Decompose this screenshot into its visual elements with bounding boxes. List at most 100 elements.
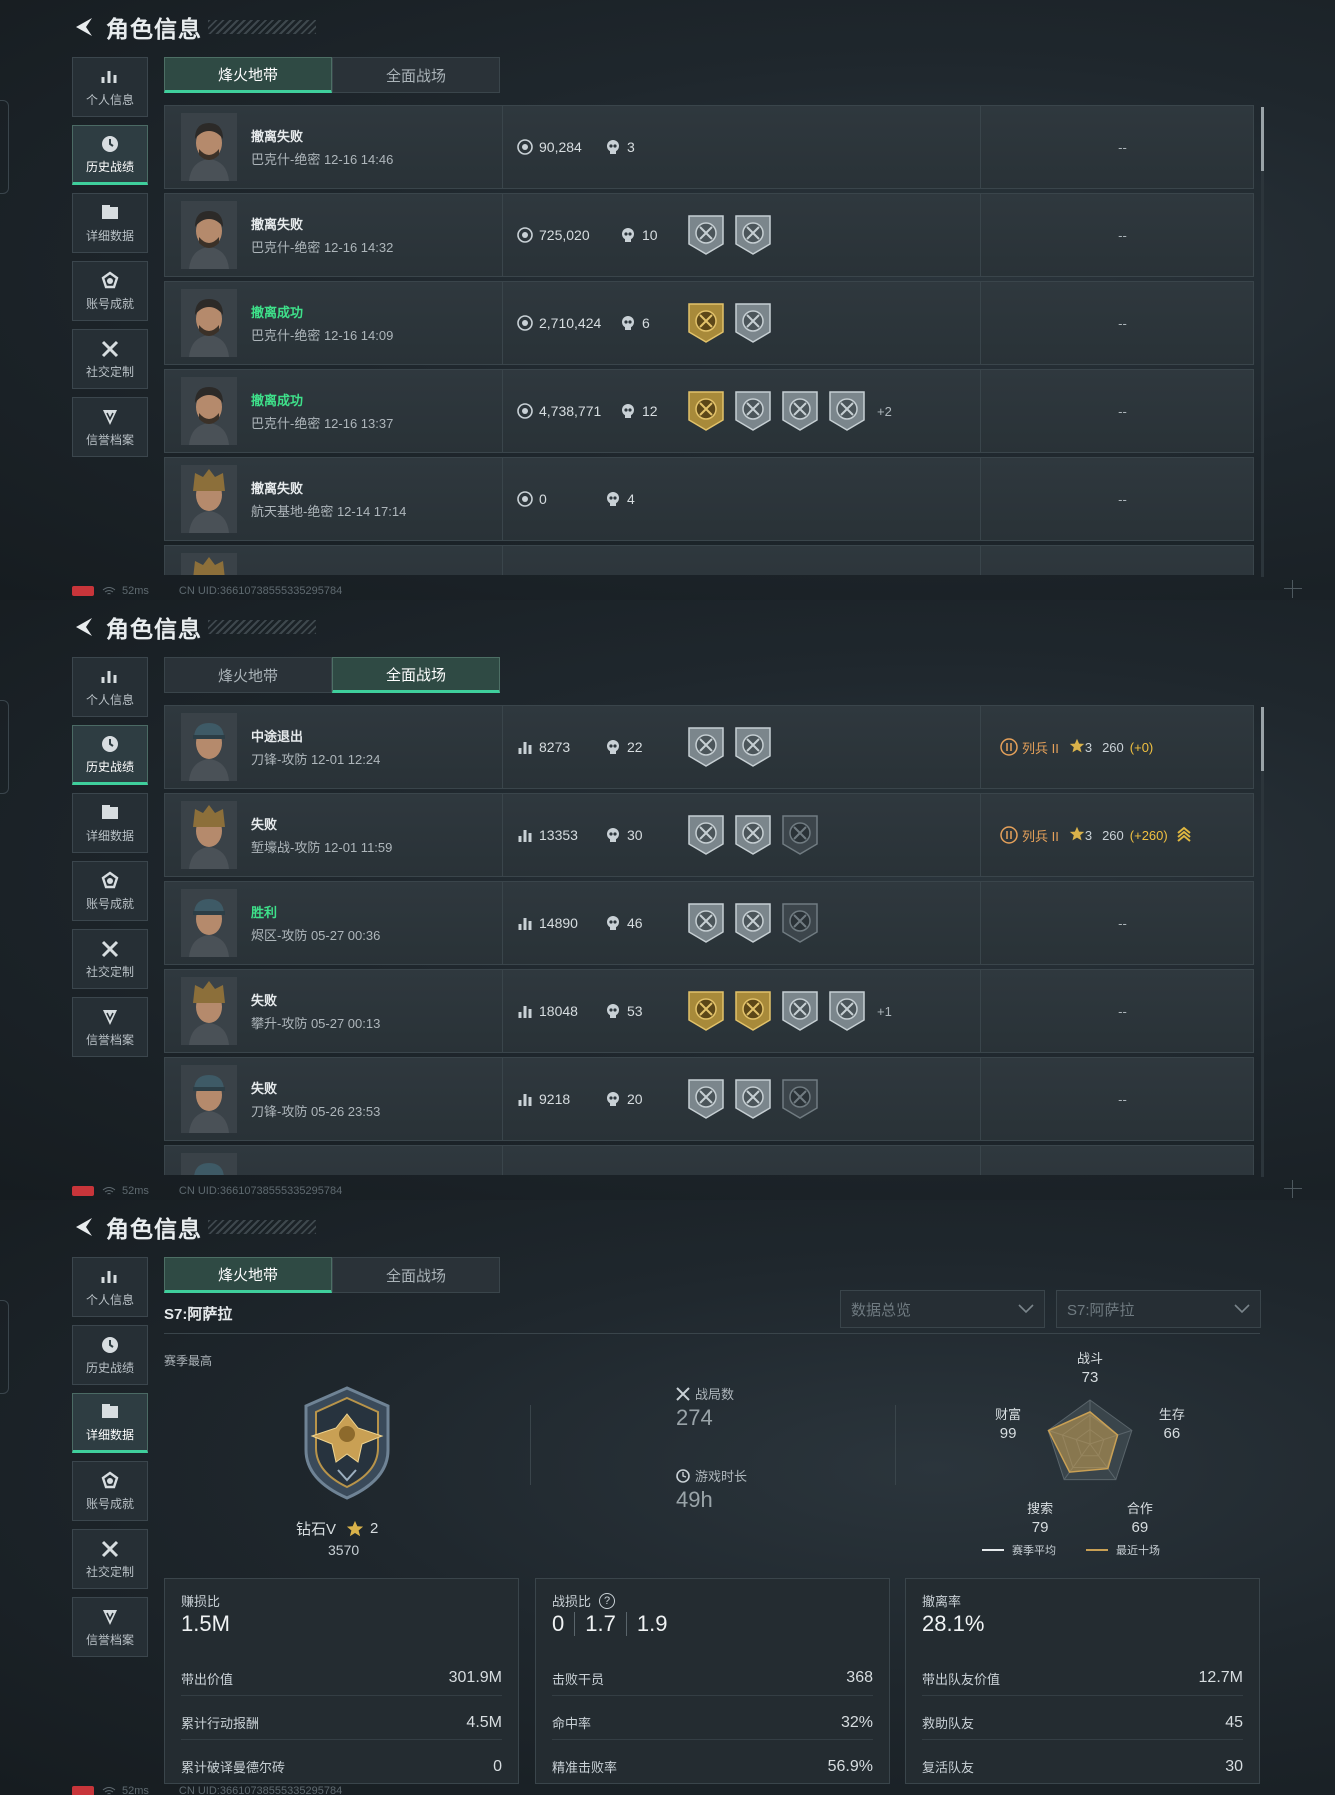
sidebar-item-social[interactable]: 社交定制	[72, 929, 148, 989]
medal-badge-icon[interactable]	[687, 902, 725, 944]
medal-badge-icon[interactable]	[734, 902, 772, 944]
tab-extraction[interactable]: 烽火地带	[164, 57, 332, 93]
table-row[interactable]: 失败 刀锋-攻防 05-26 23:53 9218 20 --	[164, 1057, 1254, 1141]
skull-icon	[607, 1092, 619, 1106]
stat-line-label: 命中率	[552, 1716, 592, 1731]
sidebar-item-profile[interactable]: 个人信息	[72, 657, 148, 717]
medal-badge-icon[interactable]	[781, 390, 819, 432]
rank-placeholder: --	[1118, 139, 1127, 155]
more-medals-count[interactable]: +2	[877, 404, 892, 419]
currency-icon	[517, 315, 533, 331]
medal-badge-icon[interactable]	[734, 214, 772, 256]
more-medals-count[interactable]: +1	[877, 1004, 892, 1019]
score-bars-icon	[518, 1094, 532, 1106]
back-arrow-icon[interactable]	[72, 16, 96, 38]
tab-battlefield[interactable]: 全面战场	[332, 1257, 500, 1293]
match-result: 撤离失败	[251, 217, 304, 232]
match-list[interactable]: 中途退出 刀锋-攻防 12-01 12:24 8273 22 列兵 II 3 260 (+0)…	[164, 705, 1254, 1175]
avatar	[181, 889, 237, 957]
medal-badge-icon[interactable]	[687, 214, 725, 256]
medal-badge-icon[interactable]	[781, 814, 819, 856]
table-row[interactable]: 胜利 烬区-攻防 05-27 00:36 14890 46 --	[164, 881, 1254, 965]
rank-name: 列兵 II	[1022, 828, 1059, 844]
scrollbar-thumb[interactable]	[1261, 707, 1264, 771]
table-row[interactable]: 撤离失败	[164, 545, 1254, 575]
tab-battlefield[interactable]: 全面战场	[332, 57, 500, 93]
rank-name: 钻石V 2	[296, 1518, 378, 1539]
sidebar-item-social[interactable]: 社交定制	[72, 329, 148, 389]
wifi-icon	[102, 1787, 116, 1795]
medal-badge-icon[interactable]	[687, 1078, 725, 1120]
medal-badge-icon[interactable]	[734, 1078, 772, 1120]
table-row[interactable]: 撤离成功 巴克什-绝密 12-16 14:09 2,710,424 6 --	[164, 281, 1254, 365]
stat-card-value: 1.5M	[181, 1611, 230, 1637]
table-row[interactable]: 撤离失败 巴克什-绝密 12-16 14:32 725,020 10 --	[164, 193, 1254, 277]
table-row[interactable]: 撤离失败 巴克什-绝密 12-16 14:46 90,284 3 --	[164, 105, 1254, 189]
stat-card-value-text: 0	[552, 1611, 565, 1636]
achievements-icon	[99, 271, 121, 291]
sidebar-item-profile[interactable]: 个人信息	[72, 1257, 148, 1317]
season-dropdown[interactable]: S7:阿萨拉	[1056, 1290, 1261, 1328]
sidebar-item-achievements[interactable]: 账号成就	[72, 1461, 148, 1521]
rank-emblem-icon	[304, 1386, 390, 1500]
table-row[interactable]: 中途退出 刀锋-攻防 12-01 12:24 8273 22 列兵 II 3 260 (+0)	[164, 705, 1254, 789]
medal-badge-icon[interactable]	[781, 1078, 819, 1120]
sidebar-item-details[interactable]: 详细数据	[72, 193, 148, 253]
avatar	[181, 113, 237, 181]
table-row[interactable]: 撤离成功 巴克什-绝密 12-16 13:37 4,738,771 12 +2 --	[164, 369, 1254, 453]
tab-extraction[interactable]: 烽火地带	[164, 657, 332, 693]
sidebar-item-achievements[interactable]: 账号成就	[72, 861, 148, 921]
medal-badge-icon[interactable]	[734, 814, 772, 856]
table-row[interactable]: 失败 攀升-攻防 05-27 00:13 18048 53 +1 --	[164, 969, 1254, 1053]
medal-badge-icon[interactable]	[734, 990, 772, 1032]
match-info: 失败 攀升-攻防 05-27 00:13	[251, 990, 491, 1032]
medal-badge-icon[interactable]	[687, 302, 725, 344]
help-icon[interactable]: ?	[599, 1592, 616, 1609]
skull-icon	[607, 492, 619, 506]
scrollbar[interactable]	[1261, 107, 1264, 577]
sidebar-item-history[interactable]: 历史战绩	[72, 725, 148, 785]
match-result: 撤离失败	[251, 129, 304, 144]
medal-badge-icon[interactable]	[687, 814, 725, 856]
table-row[interactable]: 失败 堑壕战-攻防 12-01 11:59 13353 30 列兵 II 3 260 (+26…	[164, 793, 1254, 877]
medal-list: +2	[687, 370, 892, 452]
match-value-text: 13353	[539, 827, 578, 843]
tab-battlefield[interactable]: 全面战场	[332, 657, 500, 693]
medal-badge-icon[interactable]	[687, 726, 725, 768]
table-row[interactable]: 撤离失败 航天基地-绝密 12-14 17:14 0 4 --	[164, 457, 1254, 541]
table-row[interactable]: 中途退出	[164, 1145, 1254, 1175]
scrollbar-thumb[interactable]	[1261, 107, 1264, 171]
data-type-dropdown[interactable]: 数据总览	[840, 1290, 1045, 1328]
sidebar-item-social[interactable]: 社交定制	[72, 1529, 148, 1589]
medal-badge-icon[interactable]	[687, 990, 725, 1032]
medal-badge-icon[interactable]	[828, 990, 866, 1032]
medal-badge-icon[interactable]	[781, 990, 819, 1032]
stat-line: 复活队友 30	[922, 1739, 1243, 1783]
sidebar-item-credit[interactable]: 信誉档案	[72, 997, 148, 1057]
match-map-time: 巴克什-绝密 12-16 14:32	[251, 240, 394, 255]
match-value-text: 0	[539, 491, 547, 507]
sidebar-item-history[interactable]: 历史战绩	[72, 1325, 148, 1385]
medal-badge-icon[interactable]	[734, 302, 772, 344]
sidebar-item-history[interactable]: 历史战绩	[72, 125, 148, 185]
tab-extraction[interactable]: 烽火地带	[164, 1257, 332, 1293]
sidebar-item-achievements[interactable]: 账号成就	[72, 261, 148, 321]
rank-stars: 3	[1084, 827, 1093, 843]
medal-badge-icon[interactable]	[734, 390, 772, 432]
match-list[interactable]: 撤离失败 巴克什-绝密 12-16 14:46 90,284 3 -- 撤离失败 巴克什-绝…	[164, 105, 1254, 575]
stat-card: 撤离率 28.1% 带出队友价值 12.7M 救助队友 45 复活队友 30	[905, 1578, 1260, 1784]
sidebar-item-profile[interactable]: 个人信息	[72, 57, 148, 117]
sidebar-item-credit[interactable]: 信誉档案	[72, 397, 148, 457]
sidebar-item-details[interactable]: 详细数据	[72, 793, 148, 853]
medal-badge-icon[interactable]	[734, 726, 772, 768]
back-arrow-icon[interactable]	[72, 616, 96, 638]
medal-badge-icon[interactable]	[828, 390, 866, 432]
medal-badge-icon[interactable]	[781, 902, 819, 944]
sidebar-item-details[interactable]: 详细数据	[72, 1393, 148, 1453]
scrollbar[interactable]	[1261, 707, 1264, 1177]
match-value-text: 18048	[539, 1003, 578, 1019]
stat-line: 命中率 32%	[552, 1695, 873, 1739]
sidebar-item-credit[interactable]: 信誉档案	[72, 1597, 148, 1657]
medal-badge-icon[interactable]	[687, 390, 725, 432]
back-arrow-icon[interactable]	[72, 1216, 96, 1238]
